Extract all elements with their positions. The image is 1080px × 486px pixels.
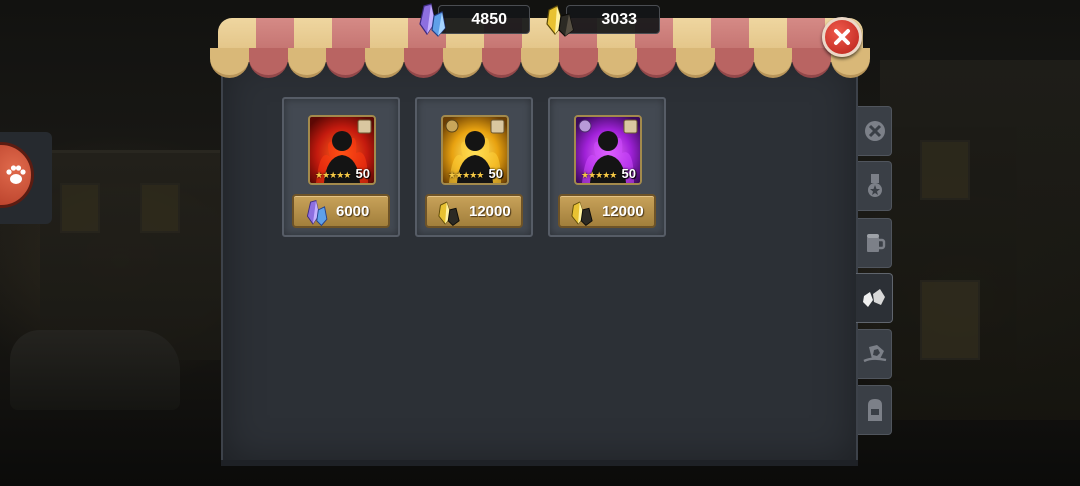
purple-crystal-balance: 4850 <box>438 5 530 34</box>
purple-crystal-icon <box>306 199 328 227</box>
background-car <box>10 330 180 410</box>
crossed-swords-icon <box>864 121 885 141</box>
hero-portrait-purple: ★★★★★ 50 <box>574 115 642 185</box>
purple-crystal-icon <box>419 3 446 37</box>
shop-panel-base <box>221 460 858 466</box>
purple-crystal-amount: 4850 <box>471 11 507 28</box>
shop-item-card[interactable]: ★★★★★ 50 12000 <box>415 97 533 237</box>
item-price: 12000 <box>602 203 644 220</box>
paw-icon <box>6 165 26 184</box>
gold-crystal-icon <box>571 201 593 227</box>
hero-stars: ★★★★★ <box>315 171 351 181</box>
hero-portrait-gold: ★★★★★ 50 <box>441 115 509 185</box>
gold-crystal-amount: 3033 <box>601 11 637 28</box>
item-price: 6000 <box>336 203 370 220</box>
tab-arena[interactable] <box>858 106 892 156</box>
hero-stars: ★★★★★ <box>581 171 617 181</box>
buy-button[interactable]: 12000 <box>558 194 656 228</box>
shop-item-card[interactable]: ★★★★★ 50 6000 <box>282 97 400 237</box>
background-building-right <box>880 60 1080 420</box>
hero-level: 50 <box>621 166 636 181</box>
buy-button[interactable]: 6000 <box>292 194 390 228</box>
tab-inventory[interactable] <box>858 385 892 435</box>
gem-hand-icon <box>862 345 886 363</box>
background-building-left <box>40 150 220 360</box>
shop-awning <box>210 18 871 80</box>
hero-level: 50 <box>488 166 503 181</box>
buy-button[interactable]: 12000 <box>425 194 523 228</box>
crystals-icon <box>863 289 885 307</box>
medal-icon <box>867 174 882 197</box>
gold-crystal-icon <box>546 5 574 37</box>
tab-tavern[interactable] <box>858 218 892 268</box>
close-icon <box>834 29 850 45</box>
hero-portrait-red: ★★★★★ 50 <box>308 115 376 185</box>
tab-crystal-shop[interactable] <box>856 273 893 323</box>
tab-medals[interactable] <box>858 161 892 211</box>
close-button[interactable] <box>822 17 862 57</box>
shop-item-card[interactable]: ★★★★★ 50 12000 <box>548 97 666 237</box>
hero-stars: ★★★★★ <box>448 171 484 181</box>
beer-mug-icon <box>866 234 885 252</box>
gold-crystal-balance: 3033 <box>566 5 660 34</box>
gold-crystal-icon <box>438 201 460 227</box>
backpack-icon <box>867 399 882 421</box>
hero-level: 50 <box>355 166 370 181</box>
item-price: 12000 <box>469 203 511 220</box>
tab-gem-exchange[interactable] <box>858 329 892 379</box>
